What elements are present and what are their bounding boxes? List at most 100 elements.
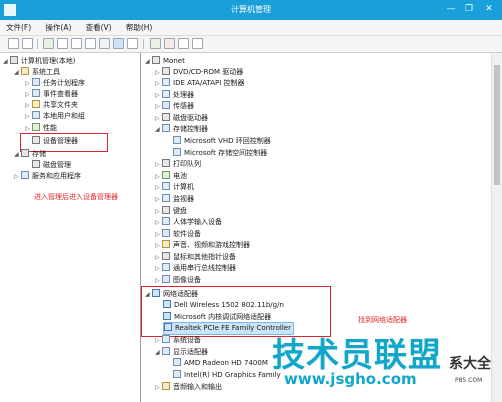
device-item[interactable]: AMD Radeon HD 7400M [173,358,268,369]
tree-item-disk-management[interactable]: 磁盘管理 [25,160,71,171]
disk-icon [32,160,40,168]
annotation-right: 找到网络适配器 [358,316,407,324]
show-tree-icon[interactable] [57,38,68,49]
list-icon[interactable] [127,38,138,49]
tree-item-shared-folders[interactable]: ▷ 共享文件夹 [25,100,78,111]
uninstall-icon[interactable] [164,38,175,49]
close-button[interactable]: ✕ [482,2,496,16]
controller-icon [173,148,181,156]
software-device-icon [162,229,170,237]
disable-icon[interactable] [178,38,189,49]
mouse-icon [162,252,170,260]
update-driver-icon[interactable] [150,38,161,49]
properties-icon[interactable] [71,38,82,49]
device-category[interactable]: ▷ 计算机 [155,182,194,193]
computer-icon [162,182,170,190]
device-root[interactable]: ◢ Monet [145,56,185,67]
perf-icon [32,123,40,131]
battery-icon [162,171,170,179]
device-category[interactable]: ◢ 存储控制器 [155,124,208,135]
menu-help[interactable]: 帮助(H) [120,20,159,35]
tree-item-task-scheduler[interactable]: ▷ 任务计划程序 [25,78,85,89]
maximize-button[interactable]: ❐ [462,2,476,16]
hid-icon [162,217,170,225]
device-category[interactable]: ▷ 监视器 [155,194,194,205]
up-folder-icon[interactable] [43,38,54,49]
audio-icon [162,382,170,390]
device-category[interactable]: ▷ 打印队列 [155,159,201,170]
folder-icon [32,100,40,108]
device-category[interactable]: ▷ 通用串行总线控制器 [155,263,236,274]
scrollbar-thumb[interactable] [494,65,500,185]
device-category[interactable]: ▷ 系统设备 [155,335,201,346]
device-category[interactable]: ◢ 显示适配器 [155,347,208,358]
device-category[interactable]: ▷ IDE ATA/ATAPI 控制器 [155,78,245,89]
tools-icon [21,67,29,75]
minimize-button[interactable]: — [444,2,458,16]
clock-icon [32,78,40,86]
refresh-icon[interactable] [85,38,96,49]
menu-action[interactable]: 操作(A) [39,20,77,35]
sound-icon [162,240,170,248]
device-category[interactable]: ▷ 电池 [155,171,187,182]
help-topic-icon[interactable] [113,38,124,49]
device-category[interactable]: ▷ 人体学输入设备 [155,217,222,228]
device-category[interactable]: ▷ 软件设备 [155,229,201,240]
computer-icon [152,56,160,64]
event-icon [32,89,40,97]
computer-mgmt-icon [10,56,18,64]
device-category[interactable]: ▷ 鼠标和其他指针设备 [155,252,236,263]
title-bar: 计算机管理 — ❐ ✕ [0,0,502,20]
back-icon[interactable] [8,38,19,49]
camera-icon [162,275,170,283]
services-icon [21,171,29,179]
scrollbar[interactable] [491,53,502,402]
device-item[interactable]: Microsoft VHD 环回控制器 [173,136,271,147]
device-category[interactable]: ▷ 键盘 [155,206,187,217]
toolbar-separator [143,39,144,49]
menu-file[interactable]: 文件(F) [0,20,37,35]
device-item[interactable]: Microsoft 存储空间控制器 [173,148,267,159]
tree-item-storage[interactable]: ◢ 存储 [14,149,46,160]
display-adapter-icon [173,358,181,366]
device-category[interactable]: ▷ 图像设备 [155,275,201,286]
printer-icon [162,159,170,167]
toolbar [0,36,502,53]
cpu-icon [162,90,170,98]
menu-view[interactable]: 查看(V) [80,20,118,35]
display-icon [162,347,170,355]
device-category[interactable]: ▷ 音频输入和输出 [155,382,222,393]
window-title: 计算机管理 [231,5,271,14]
tree-item-event-viewer[interactable]: ▷ 事件查看器 [25,89,78,100]
keyboard-icon [162,206,170,214]
storage-icon [21,149,29,157]
menu-bar: 文件(F) 操作(A) 查看(V) 帮助(H) [0,20,502,36]
device-category[interactable]: ▷ 磁盘驱动器 [155,113,208,124]
help-icon[interactable] [99,38,110,49]
display-adapter-icon [173,370,181,378]
storage-controller-icon [162,124,170,132]
annotation-left: 进入管理后进入设备管理器 [34,193,118,201]
watermark-tiny: P85.COM [455,377,483,384]
navigation-pane: ◢ 计算机管理(本地) ◢ 系统工具 ▷ 任务计划程序 ▷ 事件查看器 ▷ 共享文件夹 ▷… [0,53,141,402]
device-item[interactable]: Intel(R) HD Graphics Family [173,370,281,381]
system-device-icon [162,335,170,343]
sensor-icon [162,101,170,109]
tree-item-local-users[interactable]: ▷ 本地用户和组 [25,111,85,122]
scan-hardware-icon[interactable] [192,38,203,49]
device-category[interactable]: ▷ 处理器 [155,90,194,101]
device-category[interactable]: ▷ DVD/CD-ROM 驱动器 [155,67,243,78]
device-category[interactable]: ▷ 传感器 [155,101,194,112]
forward-icon[interactable] [22,38,33,49]
toolbar-separator [37,39,38,49]
ide-icon [162,78,170,86]
watermark-side: 系大全 [449,356,491,372]
tree-item-services[interactable]: ▷ 服务和应用程序 [14,171,81,182]
tree-item-computer-management[interactable]: ◢ 计算机管理(本地) [3,56,75,67]
controller-icon [173,136,181,144]
watermark-logo: 技术员联盟 [272,335,442,374]
disk-drive-icon [162,113,170,121]
tree-item-system-tools[interactable]: ◢ 系统工具 [14,67,60,78]
device-category[interactable]: ▷ 声音、视频和游戏控制器 [155,240,250,251]
usb-icon [162,263,170,271]
